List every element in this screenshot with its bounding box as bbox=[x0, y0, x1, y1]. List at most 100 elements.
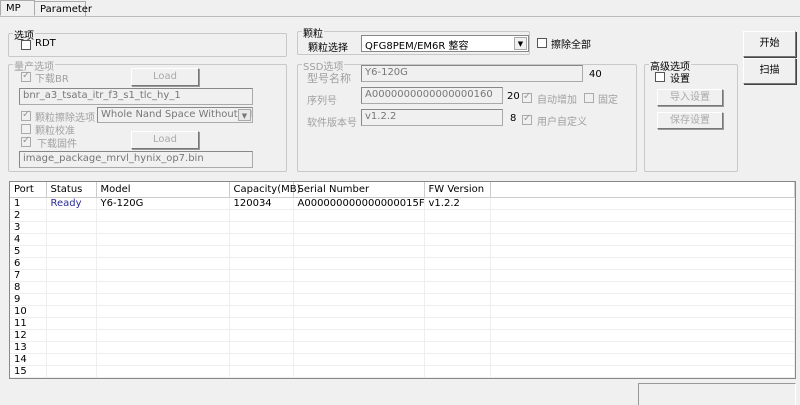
table-cell bbox=[46, 365, 97, 378]
table-cell bbox=[424, 329, 491, 342]
table-row[interactable]: 7 bbox=[10, 269, 795, 282]
ssd-options-group: SSD选项 型号名称 Y6-120G 40 序列号 A0000000000000… bbox=[297, 58, 637, 172]
table-cell bbox=[293, 245, 425, 258]
table-cell bbox=[424, 245, 491, 258]
model-name-field[interactable]: Y6-120G bbox=[361, 65, 583, 82]
table-cell: Y6-120G bbox=[96, 197, 230, 210]
scan-button[interactable]: 扫描 bbox=[743, 58, 796, 84]
table-row[interactable]: 3 bbox=[10, 221, 795, 234]
table-cell bbox=[96, 209, 230, 222]
erase-option-checkbox[interactable] bbox=[21, 109, 31, 121]
calibrate-checkbox[interactable] bbox=[21, 124, 31, 134]
table-row[interactable]: 8 bbox=[10, 281, 795, 294]
table-row[interactable]: 9 bbox=[10, 293, 795, 306]
table-cell: 3 bbox=[10, 221, 47, 234]
flash-select[interactable]: QFG8PEM/EM6R 整容 ▼ bbox=[361, 35, 529, 52]
table-cell: 1 bbox=[10, 197, 47, 210]
table-cell: A000000000000000015F bbox=[293, 197, 425, 210]
load-fw-button[interactable]: Load bbox=[131, 131, 199, 149]
import-settings-button[interactable]: 导入设置 bbox=[657, 89, 723, 106]
tab-mp[interactable]: MP bbox=[0, 0, 35, 16]
serial-field[interactable]: A0000000000000000160 bbox=[361, 87, 503, 104]
table-cell bbox=[46, 341, 97, 354]
version-field[interactable]: v1.2.2 bbox=[361, 109, 503, 126]
table-cell bbox=[46, 377, 97, 378]
table-cell: 8 bbox=[10, 281, 47, 294]
table-cell bbox=[490, 365, 795, 378]
table-cell bbox=[490, 257, 795, 270]
table-row[interactable]: 16 bbox=[10, 377, 795, 378]
fixed-checkbox[interactable] bbox=[584, 93, 594, 103]
table-row[interactable]: 1 Ready Y6-120G 120034 A000000000000000015F v… bbox=[10, 197, 795, 210]
table-cell bbox=[96, 245, 230, 258]
table-row[interactable]: 5 bbox=[10, 245, 795, 258]
table-row[interactable]: 4 bbox=[10, 233, 795, 246]
table-cell: 9 bbox=[10, 293, 47, 306]
erase-option-select[interactable]: Whole Nand Space Without WPE ▼ bbox=[97, 107, 253, 123]
col-fw[interactable]: FW Version bbox=[424, 182, 491, 198]
table-cell bbox=[293, 305, 425, 318]
col-capacity[interactable]: Capacity(MB) bbox=[229, 182, 301, 198]
table-cell bbox=[424, 257, 491, 270]
table-cell: 7 bbox=[10, 269, 47, 282]
table-cell bbox=[46, 305, 97, 318]
erase-all-checkbox[interactable] bbox=[537, 38, 547, 48]
table-row[interactable]: 12 bbox=[10, 329, 795, 342]
fixed-label: 固定 bbox=[598, 95, 618, 106]
table-cell bbox=[229, 221, 294, 234]
table-cell: 12 bbox=[10, 329, 47, 342]
table-cell: 14 bbox=[10, 353, 47, 366]
table-cell bbox=[229, 317, 294, 330]
tab-parameter[interactable]: Parameter bbox=[34, 1, 92, 16]
table-cell bbox=[424, 353, 491, 366]
flash-group-title: 颗粒 bbox=[302, 25, 324, 40]
table-cell bbox=[96, 221, 230, 234]
table-cell bbox=[96, 269, 230, 282]
table-cell bbox=[46, 257, 97, 270]
save-settings-button[interactable]: 保存设置 bbox=[657, 112, 723, 129]
table-row[interactable]: 13 bbox=[10, 341, 795, 354]
serial-length: 20 bbox=[507, 91, 520, 102]
table-cell bbox=[96, 257, 230, 270]
col-model[interactable]: Model bbox=[96, 182, 230, 198]
download-br-label: 下载BR bbox=[35, 74, 69, 85]
download-br-checkbox[interactable] bbox=[21, 70, 31, 82]
table-row[interactable]: 2 bbox=[10, 209, 795, 222]
start-button[interactable]: 开始 bbox=[743, 31, 796, 57]
table-row[interactable]: 15 bbox=[10, 365, 795, 378]
table-cell bbox=[293, 329, 425, 342]
br-file-field[interactable]: bnr_a3_tsata_itr_f3_s1_tlc_hy_1 bbox=[19, 88, 253, 105]
table-cell: 120034 bbox=[229, 197, 294, 210]
table-row[interactable]: 6 bbox=[10, 257, 795, 270]
table-cell bbox=[46, 233, 97, 246]
table-row[interactable]: 10 bbox=[10, 305, 795, 318]
load-br-button[interactable]: Load bbox=[131, 68, 199, 86]
settings-checkbox[interactable] bbox=[655, 72, 665, 82]
col-serial[interactable]: Serial Number bbox=[293, 182, 425, 198]
fw-file-field[interactable]: image_package_mrvl_hynix_op7.bin bbox=[19, 151, 253, 168]
table-cell bbox=[96, 281, 230, 294]
table-cell: 4 bbox=[10, 233, 47, 246]
flash-select-label: 颗粒选择 bbox=[308, 43, 348, 54]
auto-increment-checkbox[interactable] bbox=[522, 91, 532, 103]
table-row[interactable]: 11 bbox=[10, 317, 795, 330]
download-fw-label: 下载固件 bbox=[37, 139, 77, 150]
col-port[interactable]: Port bbox=[10, 182, 47, 198]
table-cell bbox=[490, 377, 795, 378]
port-table[interactable]: Port Status Model Capacity(MB) Serial Nu… bbox=[9, 181, 796, 379]
download-fw-checkbox[interactable] bbox=[21, 135, 31, 147]
table-cell bbox=[46, 281, 97, 294]
table-cell bbox=[46, 221, 97, 234]
rdt-checkbox[interactable] bbox=[21, 40, 31, 50]
table-row[interactable]: 14 bbox=[10, 353, 795, 366]
table-cell: 13 bbox=[10, 341, 47, 354]
table-cell: 10 bbox=[10, 305, 47, 318]
table-cell: 6 bbox=[10, 257, 47, 270]
table-cell bbox=[96, 365, 230, 378]
table-cell bbox=[424, 341, 491, 354]
serial-label: 序列号 bbox=[307, 96, 337, 107]
table-cell bbox=[46, 245, 97, 258]
table-cell bbox=[96, 233, 230, 246]
col-status[interactable]: Status bbox=[46, 182, 97, 198]
user-defined-checkbox[interactable] bbox=[522, 113, 532, 125]
